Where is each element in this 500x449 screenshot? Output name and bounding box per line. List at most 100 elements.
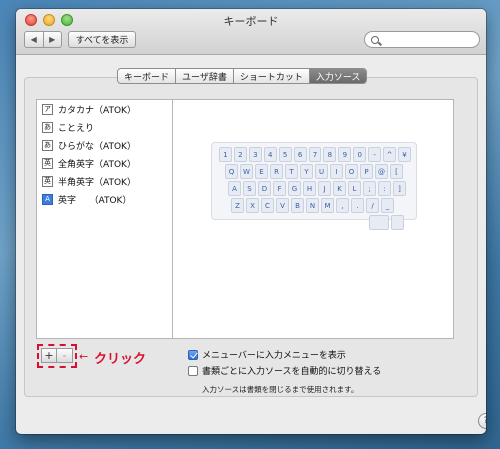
keyboard-key: N <box>306 198 319 213</box>
keyboard-key: C <box>261 198 274 213</box>
annotation-arrow-icon: ← <box>79 350 89 363</box>
keyboard-key: E <box>255 164 268 179</box>
keyboard-key: , <box>336 198 349 213</box>
keyboard-key: A <box>228 181 241 196</box>
list-item-label: 半角英字（ATOK） <box>58 177 136 188</box>
tab-input-sources[interactable]: 入力ソース <box>308 69 367 83</box>
search-field[interactable] <box>364 31 480 48</box>
show-all-button[interactable]: すべてを表示 <box>68 31 136 48</box>
keyboard-key: Q <box>225 164 238 179</box>
list-item[interactable]: ア カタカナ（ATOK） <box>37 100 172 118</box>
keyboard-row <box>217 215 411 230</box>
keyboard-key: @ <box>375 164 388 179</box>
remove-source-button[interactable]: - <box>57 348 73 363</box>
keyboard-key: 7 <box>308 147 322 162</box>
window-title: キーボード <box>223 16 279 28</box>
keyboard-key: F <box>273 181 286 196</box>
add-source-button[interactable]: + <box>41 348 57 363</box>
keyboard-key: - <box>368 147 382 162</box>
keyboard-key: ^ <box>383 147 397 162</box>
show-menu-label: メニューバーに入力メニューを表示 <box>202 351 346 361</box>
keyboard-key: 0 <box>353 147 367 162</box>
auto-switch-label: 書類ごとに入力ソースを自動的に切り替える <box>202 367 382 377</box>
show-menu-checkbox[interactable] <box>188 349 198 360</box>
list-item[interactable]: 英 全角英字（ATOK） <box>37 154 172 172</box>
input-source-list[interactable]: ア カタカナ（ATOK） あ ことえり あ ひらがな（ATOK） 英 全角英字（… <box>36 99 173 339</box>
keyboard-key: W <box>240 164 253 179</box>
list-item-label: カタカナ（ATOK） <box>58 105 136 116</box>
list-item-label: ことえり <box>58 123 95 134</box>
keyboard-row: 1 2 3 4 5 6 7 8 9 0- ^ ¥ <box>217 147 411 162</box>
show-menu-option[interactable]: メニューバーに入力メニューを表示 <box>188 348 346 361</box>
keyboard-key <box>391 215 404 230</box>
keyboard-key: 4 <box>263 147 277 162</box>
keyboard-key: V <box>276 198 289 213</box>
keyboard-key: ] <box>393 181 406 196</box>
search-input[interactable] <box>383 34 473 45</box>
keyboard-key: R <box>270 164 283 179</box>
keyboard-key: [ <box>390 164 403 179</box>
keyboard-key: : <box>378 181 391 196</box>
keyboard-preview-panel: 1 2 3 4 5 6 7 8 9 0- ^ ¥ Q W E R T Y U I O P @[A S D F G H J K L;:] Z X C… <box>173 99 454 339</box>
tab-bar: キーボード ユーザ辞書 ショートカット 入力ソース <box>117 68 368 84</box>
list-item-label: ひらがな（ATOK） <box>58 141 136 152</box>
keyboard-key <box>369 215 389 230</box>
keyboard-key: 3 <box>248 147 262 162</box>
keyboard-key: D <box>258 181 271 196</box>
halfwidth-alpha-icon: 英 <box>42 175 53 187</box>
keyboard-key: Y <box>300 164 313 179</box>
auto-switch-checkbox[interactable] <box>188 365 198 376</box>
keyboard-row: A S D F G H J K L;:] <box>217 181 411 196</box>
keyboard-key: X <box>246 198 259 213</box>
hiragana-icon: あ <box>42 139 53 151</box>
keyboard-key: U <box>315 164 328 179</box>
keyboard-key: 2 <box>233 147 247 162</box>
keyboard-row: Z X C V B N M,. / _ <box>217 198 411 213</box>
keyboard-key: L <box>348 181 361 196</box>
back-arrow-icon[interactable]: ◀ <box>25 32 43 47</box>
keyboard-key: 6 <box>293 147 307 162</box>
katakana-icon: ア <box>42 103 53 115</box>
keyboard-key: _ <box>381 198 394 213</box>
list-item-label: 全角英字（ATOK） <box>58 159 136 170</box>
preferences-window: キーボード ◀ ▶ すべてを表示 キーボード ユーザ辞書 ショートカット 入力ソ… <box>16 9 486 434</box>
keyboard-key: K <box>333 181 346 196</box>
keyboard-key: T <box>285 164 298 179</box>
keyboard-key: 8 <box>323 147 337 162</box>
keyboard-key: ¥ <box>398 147 411 162</box>
list-item[interactable]: あ ひらがな（ATOK） <box>37 136 172 154</box>
keyboard-key: ; <box>363 181 376 196</box>
keyboard-key: G <box>288 181 301 196</box>
keyboard-layout-preview: 1 2 3 4 5 6 7 8 9 0- ^ ¥ Q W E R T Y U I O P @[A S D F G H J K L;:] Z X C… <box>211 142 417 230</box>
auto-switch-option[interactable]: 書類ごとに入力ソースを自動的に切り替える <box>188 364 381 377</box>
keyboard-key: 5 <box>278 147 292 162</box>
list-item[interactable]: 英 半角英字（ATOK） <box>37 172 172 190</box>
list-item[interactable]: あ ことえり <box>37 118 172 136</box>
auto-switch-note: 入力ソースは書類を閉じるまで使用されます。 <box>202 385 359 394</box>
fullwidth-alpha-icon: 英 <box>42 157 53 169</box>
alphanumeric-icon: A <box>42 193 53 205</box>
keyboard-key: O <box>345 164 358 179</box>
keyboard-key: M <box>321 198 334 213</box>
title-bar: キーボード ◀ ▶ すべてを表示 <box>16 9 486 55</box>
keyboard-key: H <box>303 181 316 196</box>
forward-arrow-icon[interactable]: ▶ <box>42 32 62 47</box>
nav-button-group: ◀ ▶ <box>24 31 62 48</box>
keyboard-key: 1 <box>219 147 232 162</box>
keyboard-key: S <box>243 181 256 196</box>
keyboard-key: 9 <box>338 147 352 162</box>
search-icon <box>371 35 379 44</box>
help-button[interactable]: ? <box>478 413 486 429</box>
tab-user-dictionary[interactable]: ユーザ辞書 <box>175 69 233 83</box>
keyboard-key: P <box>360 164 373 179</box>
tab-shortcuts[interactable]: ショートカット <box>232 69 309 83</box>
keyboard-key: Z <box>231 198 244 213</box>
keyboard-key: / <box>366 198 379 213</box>
list-item-label: 英字 （ATOK） <box>58 195 132 206</box>
list-item[interactable]: A 英字 （ATOK） <box>37 190 172 208</box>
hiragana-icon: あ <box>42 121 53 133</box>
keyboard-key: J <box>318 181 331 196</box>
annotation-label: クリック <box>94 352 147 367</box>
keyboard-key: . <box>351 198 364 213</box>
tab-keyboard[interactable]: キーボード <box>118 69 175 83</box>
